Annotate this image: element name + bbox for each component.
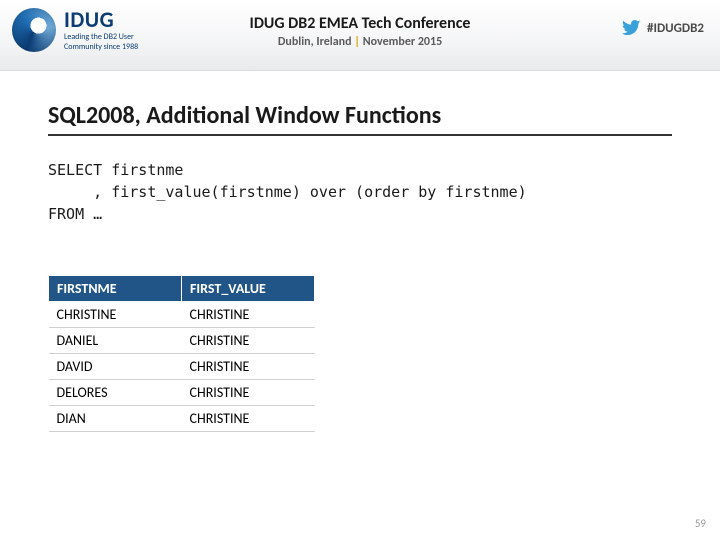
page-number: 59: [695, 517, 706, 530]
slide-header: IDUG Leading the DB2 User Community sinc…: [0, 0, 720, 71]
conference-title: IDUG DB2 EMEA Tech Conference Dublin, Ir…: [250, 14, 471, 49]
cell-firstnme: DANIEL: [49, 328, 182, 354]
logo-tagline-1: Leading the DB2 User: [64, 33, 138, 41]
table-row: DELORES CHRISTINE: [49, 380, 315, 406]
cell-firstnme: DELORES: [49, 380, 182, 406]
cell-firstvalue: CHRISTINE: [182, 302, 315, 328]
cell-firstnme: DAVID: [49, 354, 182, 380]
globe-swirl-icon: [12, 8, 56, 52]
conference-subtitle: Dublin, Ireland | November 2015: [250, 35, 471, 49]
conference-location: Dublin, Ireland: [278, 35, 352, 49]
code-line-1: SELECT firstnme: [48, 161, 183, 179]
cell-firstvalue: CHRISTINE: [182, 328, 315, 354]
table-row: DANIEL CHRISTINE: [49, 328, 315, 354]
conference-date: November 2015: [363, 35, 442, 49]
result-table-wrap: FIRSTNME FIRST_VALUE CHRISTINE CHRISTINE…: [48, 275, 672, 432]
conference-name: IDUG DB2 EMEA Tech Conference: [250, 14, 471, 33]
cell-firstnme: CHRISTINE: [49, 302, 182, 328]
twitter-bird-icon: [621, 20, 641, 36]
cell-firstvalue: CHRISTINE: [182, 354, 315, 380]
logo-acronym: IDUG: [64, 9, 138, 31]
cell-firstvalue: CHRISTINE: [182, 406, 315, 432]
logo-text: IDUG Leading the DB2 User Community sinc…: [64, 9, 138, 51]
idug-logo: IDUG Leading the DB2 User Community sinc…: [12, 8, 138, 52]
cell-firstvalue: CHRISTINE: [182, 380, 315, 406]
table-row: DAVID CHRISTINE: [49, 354, 315, 380]
cell-firstnme: DIAN: [49, 406, 182, 432]
hashtag-text: #IDUGDB2: [647, 21, 704, 36]
sql-code-block: SELECT firstnme , first_value(firstnme) …: [48, 160, 672, 225]
code-line-3: FROM …: [48, 205, 102, 223]
slide-content: SQL2008, Additional Window Functions SEL…: [0, 71, 720, 432]
table-header-row: FIRSTNME FIRST_VALUE: [49, 276, 315, 302]
table-row: CHRISTINE CHRISTINE: [49, 302, 315, 328]
hashtag-block: #IDUGDB2: [621, 20, 704, 36]
logo-tagline-2: Community since 1988: [64, 43, 138, 51]
separator: |: [354, 35, 360, 49]
result-table: FIRSTNME FIRST_VALUE CHRISTINE CHRISTINE…: [48, 275, 315, 432]
slide-title: SQL2008, Additional Window Functions: [48, 101, 672, 136]
code-line-2: , first_value(firstnme) over (order by f…: [48, 183, 527, 201]
col-header-firstvalue: FIRST_VALUE: [182, 276, 315, 302]
col-header-firstnme: FIRSTNME: [49, 276, 182, 302]
table-row: DIAN CHRISTINE: [49, 406, 315, 432]
